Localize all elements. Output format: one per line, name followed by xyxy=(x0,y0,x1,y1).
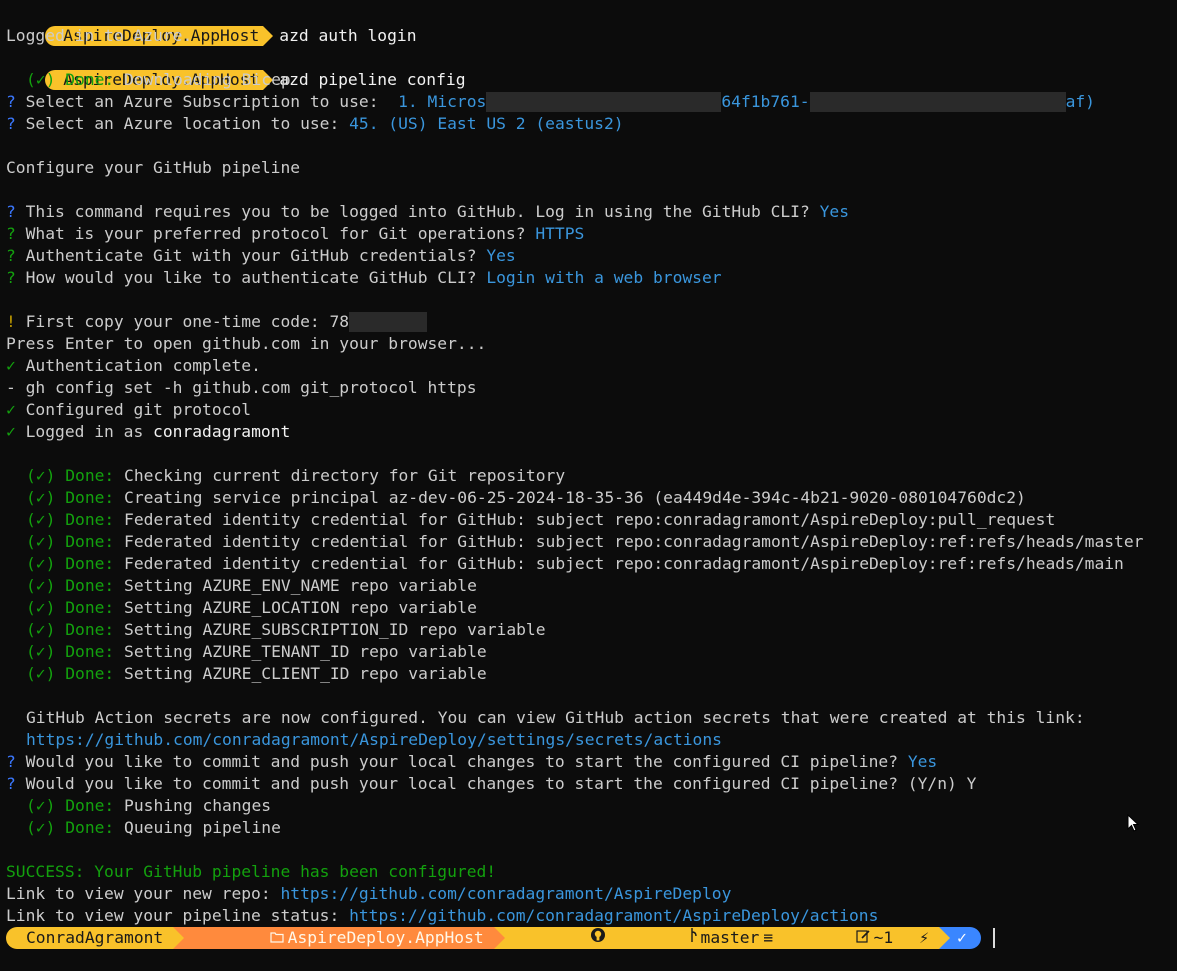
prompt-line: AspireDeploy.AppHost azd auth login xyxy=(6,3,417,46)
question-line: ? What is your preferred protocol for Gi… xyxy=(6,224,585,243)
folder-icon xyxy=(191,905,284,971)
command-text: azd auth login xyxy=(279,26,417,45)
done-line: (✓) Done: Federated identity credential … xyxy=(26,554,1124,573)
repo-link[interactable]: https://github.com/conradagramont/Aspire… xyxy=(280,884,731,903)
branch-icon xyxy=(610,905,697,971)
changes-count: ~1 xyxy=(873,928,894,947)
done-line: (✓) Done: Queuing pipeline xyxy=(26,818,281,837)
question-line: ? Would you like to commit and push your… xyxy=(6,752,938,771)
output-line: ✓ Logged in as conradagramont xyxy=(6,422,291,441)
output-line: ✓ Authentication complete. xyxy=(6,356,261,375)
done-line: (✓) Done: Setting AZURE_SUBSCRIPTION_ID … xyxy=(26,620,546,639)
check-icon: ✓ xyxy=(957,928,967,947)
done-line: (✓) Done: Setting AZURE_TENANT_ID repo v… xyxy=(26,642,487,661)
question-line: ? Authenticate Git with your GitHub cred… xyxy=(6,246,516,265)
shell-prompt: ConradAgramont AspireDeploy.AppHost mast… xyxy=(6,927,995,949)
redacted-block xyxy=(486,92,722,112)
done-line: (✓) Done: Creating service principal az-… xyxy=(26,488,1026,507)
redacted-block xyxy=(349,312,428,332)
command-text: azd pipeline config xyxy=(279,70,466,89)
prompt-user-segment: ConradAgramont xyxy=(6,927,185,949)
output-line: Link to view your pipeline status: https… xyxy=(6,906,879,925)
output-line: - gh config set -h github.com git_protoc… xyxy=(6,378,477,397)
done-line: (✓) Done: Pushing changes xyxy=(26,796,272,815)
done-line: (✓) Done: Setting AZURE_LOCATION repo va… xyxy=(26,598,477,617)
output-line: ✓ Configured git protocol xyxy=(6,400,252,419)
branch-name: master xyxy=(700,928,760,947)
done-line: (✓) Done: Setting AZURE_CLIENT_ID repo v… xyxy=(26,664,487,683)
prompt-folder-segment: AspireDeploy.AppHost xyxy=(173,927,506,949)
mouse-pointer-icon xyxy=(1127,813,1141,838)
done-line: (✓) Done: Checking current directory for… xyxy=(26,466,566,485)
bolt-icon: ⚡ xyxy=(919,928,930,947)
output-line: GitHub Action secrets are now configured… xyxy=(26,708,1085,727)
output-line: Logged in to Azure. xyxy=(6,26,193,45)
done-line: (✓) Done: Setting AZURE_ENV_NAME repo va… xyxy=(26,576,477,595)
done-line: (✓) Done: Federated identity credential … xyxy=(26,510,1056,529)
output-line: Link to view your new repo: https://gith… xyxy=(6,884,732,903)
secrets-link[interactable]: https://github.com/conradagramont/Aspire… xyxy=(26,729,722,751)
edit-icon xyxy=(777,905,870,971)
done-line: (✓) Done: Downloading Bicep xyxy=(26,70,291,89)
redacted-block xyxy=(809,92,1066,112)
done-line: (✓) Done: Federated identity credential … xyxy=(26,532,1144,551)
question-line: ? Select an Azure Subscription to use: 1… xyxy=(6,92,1095,112)
question-line: ? Would you like to commit and push your… xyxy=(6,774,977,793)
username: conradagramont xyxy=(153,422,291,441)
question-line: ? How would you like to authenticate Git… xyxy=(6,268,722,287)
output-line: Press Enter to open github.com in your b… xyxy=(6,334,487,353)
question-line: ? This command requires you to be logged… xyxy=(6,202,850,221)
terminal-window[interactable]: AspireDeploy.AppHost azd auth login Logge… xyxy=(0,0,1177,954)
prompt-line: AspireDeploy.AppHost azd pipeline config xyxy=(6,47,466,90)
one-time-code-line: ! First copy your one-time code: 78 xyxy=(6,311,428,333)
question-line: ? Select an Azure location to use: 45. (… xyxy=(6,114,624,133)
github-icon xyxy=(512,905,606,971)
text-cursor[interactable] xyxy=(992,928,995,948)
success-message: SUCCESS: Your GitHub pipeline has been c… xyxy=(6,862,497,881)
section-heading: Configure your GitHub pipeline xyxy=(6,158,301,177)
prompt-git-segment: master ≡ ~1 ⚡ xyxy=(493,927,951,949)
